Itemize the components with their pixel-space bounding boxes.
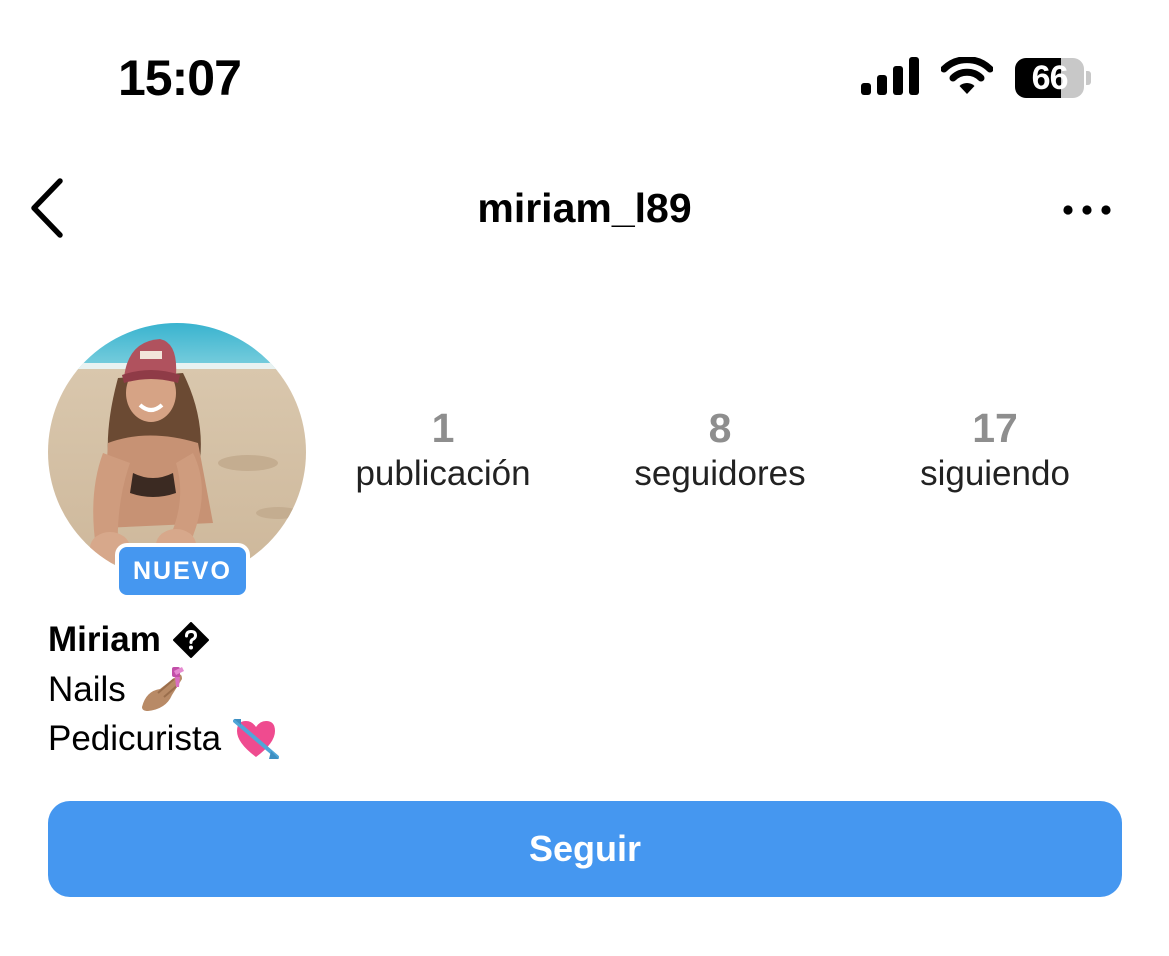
new-badge: NUEVO [115, 543, 250, 599]
following-label: siguiendo [920, 454, 1070, 493]
status-icons: 66 [861, 55, 1091, 100]
profile-name: Miriam [48, 620, 161, 659]
follow-button[interactable]: Seguir [48, 801, 1122, 897]
posts-label: publicación [355, 454, 531, 493]
wifi-icon [940, 55, 994, 100]
more-horizontal-icon [1063, 205, 1111, 215]
posts-count: 1 [431, 405, 455, 451]
stat-posts[interactable]: 1 publicación [313, 404, 573, 498]
username-title: miriam_l89 [477, 185, 692, 231]
nail-polish-emoji-icon [138, 667, 186, 713]
battery-level: 66 [1031, 58, 1069, 97]
diamond-question-icon [172, 622, 209, 658]
stat-following[interactable]: 17 siguiendo [865, 404, 1125, 498]
more-options-button[interactable] [1057, 190, 1117, 230]
battery-body: 66 [1015, 58, 1085, 98]
bio-line: Pedicurista [48, 715, 280, 763]
following-count: 17 [972, 405, 1018, 451]
bio-line-text: Nails [48, 670, 126, 709]
heart-with-arrow-emoji-icon [233, 717, 280, 761]
battery-tip [1086, 71, 1091, 85]
battery-icon: 66 [1015, 58, 1091, 98]
stat-followers[interactable]: 8 seguidores [590, 404, 850, 498]
followers-label: seguidores [634, 454, 806, 493]
signal-icon [861, 56, 919, 100]
bio-line-text: Pedicurista [48, 719, 222, 758]
followers-count: 8 [708, 405, 732, 451]
bio-line: Nails [48, 666, 186, 714]
status-time: 15:07 [118, 50, 242, 106]
new-badge-label: NUEVO [119, 547, 246, 595]
profile-name-row: Miriam [48, 618, 209, 662]
